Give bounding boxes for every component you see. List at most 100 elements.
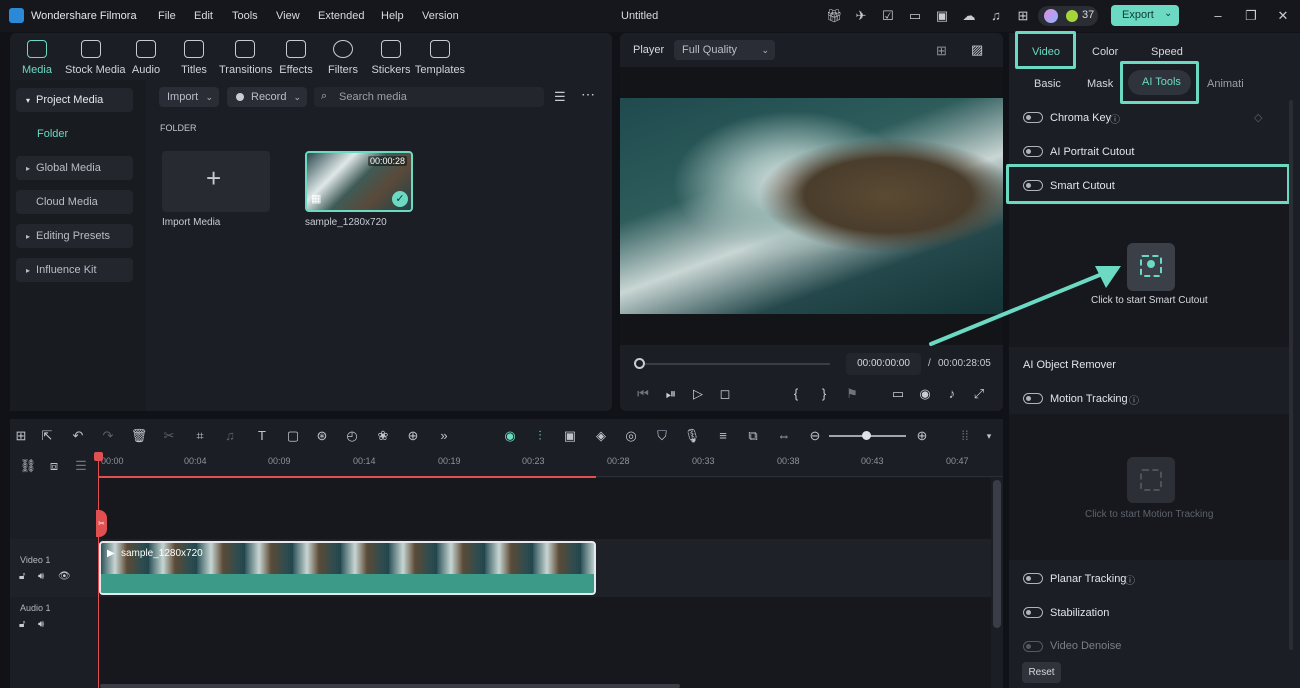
step-back-icon[interactable]: ⏯︎ — [662, 385, 680, 403]
display-icon[interactable]: ▭ — [889, 385, 907, 403]
redo-icon[interactable]: ↷ — [99, 428, 117, 444]
import-dropdown[interactable]: Import ⌄ — [159, 87, 219, 107]
add-track-icon[interactable]: ⧈ — [45, 458, 63, 474]
close-icon[interactable]: ✕ — [1275, 8, 1291, 24]
quality-dropdown[interactable]: Full Quality ⌄ — [674, 40, 775, 60]
ai-portrait-toggle[interactable] — [1023, 146, 1043, 157]
timeline-scrollbar-v[interactable] — [993, 480, 1001, 628]
apps-grid-icon[interactable]: ⊞ — [1015, 8, 1031, 24]
menu-help[interactable]: Help — [381, 0, 404, 32]
marker-icon[interactable]: ⚑︎ — [843, 385, 861, 403]
subtab-ai-tools[interactable]: AI Tools — [1120, 61, 1199, 104]
mute-icon[interactable]: 🔊︎ — [38, 619, 44, 630]
fullscreen-icon[interactable]: ⤢ — [970, 385, 988, 403]
gift-icon[interactable]: 🎁︎ — [826, 8, 843, 24]
delete-icon[interactable]: 🗑︎ — [130, 428, 148, 444]
screen-icon[interactable]: ▭ — [907, 8, 923, 24]
tab-media[interactable]: Media — [11, 40, 63, 76]
track-manager-icon[interactable]: ☰ — [72, 458, 90, 474]
playhead-handle[interactable] — [94, 452, 103, 461]
progress-track[interactable] — [645, 363, 830, 365]
shield-icon[interactable]: ⛉ — [653, 428, 671, 444]
sidebar-item-project-media[interactable]: ▾ Project Media — [16, 88, 133, 112]
scissors-icon[interactable]: ✂ — [96, 510, 107, 537]
motion-tracking-toggle[interactable] — [1023, 393, 1043, 404]
help-icon[interactable]: ⓘ — [1125, 572, 1135, 587]
link-icon[interactable]: ⛓︎ — [19, 458, 37, 474]
replace-icon[interactable]: ⧉ — [744, 428, 762, 444]
subtab-mask[interactable]: Mask — [1087, 78, 1113, 90]
stabilization-toggle[interactable] — [1023, 607, 1043, 618]
ai-icon[interactable]: ⊕ — [404, 428, 422, 444]
subtab-basic[interactable]: Basic — [1034, 78, 1061, 90]
undo-icon[interactable]: ↶ — [69, 428, 87, 444]
menu-extended[interactable]: Extended — [318, 0, 364, 32]
menu-view[interactable]: View — [276, 0, 300, 32]
tab-transitions[interactable]: Transitions — [219, 40, 272, 76]
more-icon[interactable]: ⋯ — [581, 86, 595, 103]
snap-icon[interactable]: ⫶ — [531, 428, 549, 444]
snapshot-view-icon[interactable]: ▨ — [971, 42, 983, 58]
zoom-out-icon[interactable]: ⊖ — [806, 428, 824, 444]
sidebar-item-folder[interactable]: Folder — [37, 128, 68, 140]
menu-file[interactable]: File — [158, 0, 176, 32]
sidebar-item-editing-presets[interactable]: ▸ Editing Presets — [16, 224, 133, 248]
timeline-grid-icon[interactable]: ⁞⁞ — [956, 428, 974, 444]
select-tool-icon[interactable]: ⇱ — [38, 428, 56, 444]
lock-icon[interactable]: 🔓︎ — [19, 571, 25, 582]
media-thumbnail[interactable]: 00:00:28 ▦ ✓ — [305, 151, 413, 212]
tab-stock-media[interactable]: Stock Media — [65, 40, 126, 76]
fit-icon[interactable]: ⇔ — [775, 428, 793, 444]
tab-audio[interactable]: Audio — [120, 40, 172, 76]
search-input[interactable]: ⌕ Search media — [314, 87, 544, 107]
tab-color[interactable]: Color — [1092, 46, 1118, 58]
planar-tracking-toggle[interactable] — [1023, 573, 1043, 584]
auto-highlight-icon[interactable]: ▣ — [561, 428, 579, 444]
menu-edit[interactable]: Edit — [194, 0, 213, 32]
reset-button[interactable]: Reset — [1022, 662, 1061, 683]
grid-view-icon[interactable]: ⊞ — [936, 43, 947, 59]
smart-cutout-button[interactable] — [1127, 243, 1175, 291]
minimize-icon[interactable]: – — [1210, 8, 1226, 24]
render-icon[interactable]: ◎ — [622, 428, 640, 444]
headset-icon[interactable]: ♫︎ — [988, 8, 1004, 24]
playhead-line[interactable] — [98, 452, 99, 688]
prev-frame-icon[interactable]: ⏮︎ — [634, 385, 652, 403]
tab-templates[interactable]: Templates — [414, 40, 466, 76]
keyframe-icon[interactable]: ◈ — [592, 428, 610, 444]
shape-icon[interactable]: ▢ — [284, 428, 302, 444]
microphone-icon[interactable]: 🎙︎ — [683, 428, 701, 444]
more-tools-icon[interactable]: » — [435, 428, 453, 444]
feedback-icon[interactable]: ☑︎ — [880, 8, 896, 24]
menu-tools[interactable]: Tools — [232, 0, 258, 32]
credits-pill[interactable]: 37 — [1038, 6, 1098, 26]
stop-icon[interactable]: ◻ — [716, 385, 734, 403]
export-button[interactable]: Export ⌄ — [1111, 5, 1179, 26]
motion-tracking-button[interactable] — [1127, 457, 1175, 503]
filter-sort-icon[interactable]: ☰ — [554, 89, 566, 105]
zoom-slider-knob[interactable] — [862, 431, 871, 440]
maximize-icon[interactable]: ❐ — [1243, 8, 1259, 24]
sidebar-item-global-media[interactable]: ▸ Global Media — [16, 156, 133, 180]
chroma-key-toggle[interactable] — [1023, 112, 1043, 123]
text-icon[interactable]: T — [253, 428, 271, 444]
mark-in-icon[interactable]: { — [787, 385, 805, 403]
video-denoise-toggle[interactable] — [1023, 641, 1043, 652]
cloud-upload-icon[interactable]: ☁︎ — [961, 8, 977, 24]
playhead-knob[interactable] — [634, 358, 645, 369]
volume-icon[interactable]: ♪︎ — [943, 385, 961, 403]
zoom-in-icon[interactable]: ⊕ — [913, 428, 931, 444]
ai-mate-icon[interactable]: ◉ — [501, 428, 519, 444]
video-clip[interactable]: ▶ sample_1280x720 — [99, 541, 596, 595]
tab-effects[interactable]: Effects — [270, 40, 322, 76]
record-dropdown[interactable]: Record ⌄ — [227, 87, 307, 107]
import-media-tile[interactable]: + — [162, 151, 270, 212]
chevron-down-icon[interactable]: ▾ — [980, 428, 998, 444]
color-icon[interactable]: ❀ — [374, 428, 392, 444]
help-icon[interactable]: ⓘ — [1110, 111, 1120, 126]
menu-version[interactable]: Version — [422, 0, 459, 32]
keyframe-diamond-icon[interactable]: ◇ — [1254, 111, 1262, 124]
props-scrollbar[interactable] — [1289, 100, 1293, 650]
lock-icon[interactable]: 🔓︎ — [19, 619, 25, 630]
tab-titles[interactable]: Titles — [168, 40, 220, 76]
